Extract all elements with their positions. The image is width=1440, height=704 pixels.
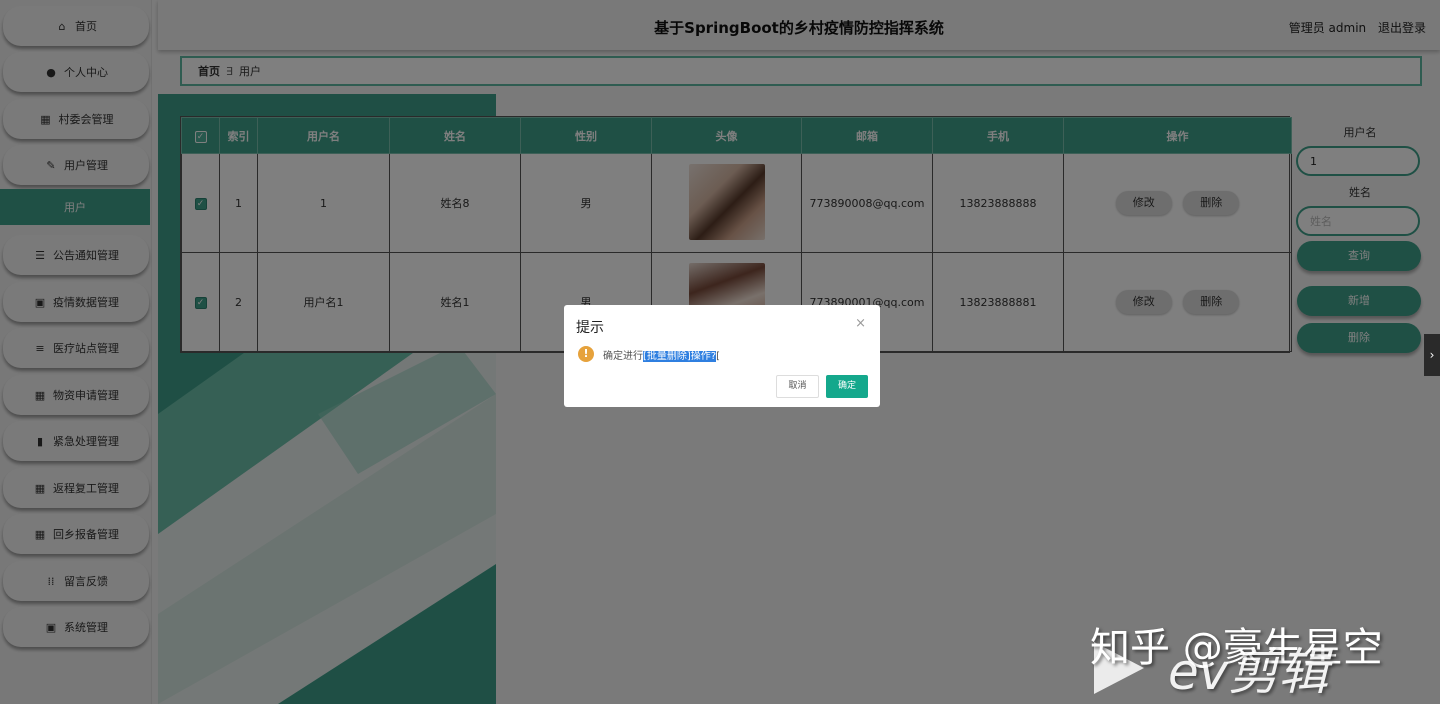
confirm-button[interactable]: 确定	[826, 375, 868, 398]
watermark-brand: ev剪辑	[1168, 643, 1329, 701]
close-icon[interactable]: ×	[855, 316, 866, 331]
confirm-dialog: 提示 × ! 确定进行[批量删除]操作?[ 取消 确定	[564, 305, 880, 407]
chevron-right-icon[interactable]: ›	[1424, 334, 1440, 376]
dialog-message: 确定进行[批量删除]操作?[	[603, 351, 721, 362]
dialog-title: 提示	[576, 320, 604, 336]
cancel-button[interactable]: 取消	[776, 375, 819, 398]
warning-icon: !	[578, 346, 594, 362]
